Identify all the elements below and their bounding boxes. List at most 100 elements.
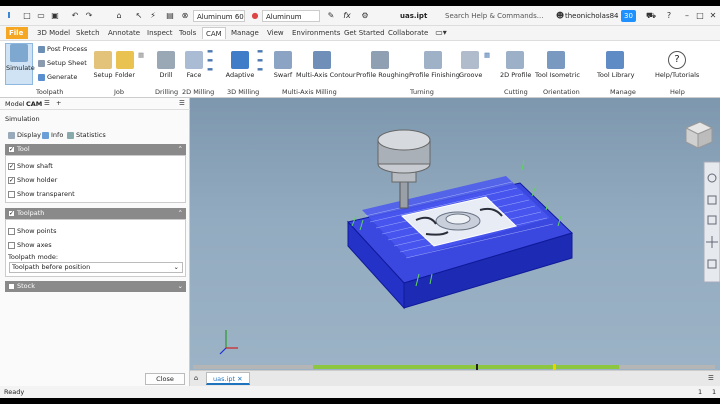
tab-model[interactable]: Model: [5, 100, 25, 108]
profile-finishing-button[interactable]: Profile Finishing: [409, 51, 460, 79]
simulate-button[interactable]: Simulate: [5, 43, 35, 85]
show-axes-checkbox[interactable]: [8, 241, 15, 249]
panel-multi-axis-label[interactable]: Multi-Axis Milling: [282, 88, 337, 96]
panel-turning-label[interactable]: Turning: [410, 88, 434, 96]
setup-sheet-button[interactable]: Setup Sheet: [38, 59, 87, 67]
milling-3d-extra-icons[interactable]: ▬ ▬ ▬: [257, 47, 263, 74]
collapse-toolpath-icon[interactable]: ⌃: [178, 208, 186, 219]
drill-button[interactable]: Drill: [155, 51, 177, 79]
adaptive-button[interactable]: Adaptive: [225, 51, 255, 79]
face-button[interactable]: Face: [183, 51, 205, 79]
subtab-display[interactable]: Display: [8, 131, 41, 139]
tab-inspect[interactable]: Inspect: [144, 27, 176, 39]
tool-section-header[interactable]: ✓ Tool ⌃: [5, 144, 186, 155]
show-transparent-checkbox[interactable]: [8, 190, 15, 198]
ribbon-options-icon[interactable]: ▭▾: [434, 27, 448, 39]
toolpath-section-checkbox[interactable]: ✓: [8, 209, 15, 217]
graphics-viewport[interactable]: [190, 98, 720, 370]
model-canvas[interactable]: [190, 98, 720, 370]
update-icon[interactable]: ⚡: [148, 10, 158, 22]
panel-menu-icon[interactable]: ☰: [179, 99, 185, 107]
adjust-icon[interactable]: ✎: [326, 10, 336, 22]
groove-button[interactable]: Groove: [459, 51, 482, 79]
collapse-tool-icon[interactable]: ⌃: [178, 144, 186, 155]
close-button[interactable]: Close: [145, 373, 185, 385]
tab-annotate[interactable]: Annotate: [105, 27, 143, 39]
show-shaft-option[interactable]: ✓ Show shaft: [8, 162, 53, 170]
stock-section-checkbox[interactable]: [8, 282, 15, 290]
app-logo-icon[interactable]: I: [4, 10, 14, 22]
panel-orientation-label[interactable]: Orientation: [543, 88, 580, 96]
trial-badge[interactable]: 30: [621, 10, 636, 22]
material-dropdown[interactable]: Aluminum 60: [193, 10, 245, 22]
tab-collaborate[interactable]: Collaborate: [385, 27, 431, 39]
tab-file[interactable]: File: [6, 27, 28, 39]
user-name[interactable]: theonicholas84: [565, 10, 619, 22]
fx-parameters-icon[interactable]: fx: [342, 10, 352, 22]
stock-section-header[interactable]: Stock ⌄: [5, 281, 186, 292]
show-holder-option[interactable]: ✓ Show holder: [8, 176, 57, 184]
turning-extra-icon[interactable]: ▦: [484, 51, 490, 59]
panel-2d-milling-label[interactable]: 2D Milling: [182, 88, 214, 96]
panel-3d-milling-label[interactable]: 3D Milling: [227, 88, 259, 96]
minimize-icon[interactable]: –: [682, 10, 692, 22]
view-cube[interactable]: [684, 121, 714, 149]
subtab-statistics[interactable]: Statistics: [67, 131, 106, 139]
post-process-button[interactable]: Post Process: [38, 45, 87, 53]
show-transparent-option[interactable]: Show transparent: [8, 190, 75, 198]
tab-manage[interactable]: Manage: [228, 27, 262, 39]
clear-appearance-icon[interactable]: ⊗: [180, 10, 190, 22]
2d-profile-button[interactable]: 2D Profile: [500, 51, 531, 79]
setup-button[interactable]: Setup: [92, 51, 114, 79]
tool-isometric-button[interactable]: Tool Isometric: [535, 51, 580, 79]
job-extra-icon[interactable]: ▦: [138, 51, 144, 59]
maximize-icon[interactable]: □: [695, 10, 705, 22]
ilogic-icon[interactable]: ⚙: [360, 10, 370, 22]
appearance-dropdown[interactable]: Aluminum: [262, 10, 320, 22]
document-tab[interactable]: uas.ipt ✕: [206, 372, 250, 385]
folder-button[interactable]: Folder: [114, 51, 136, 79]
multi-axis-contour-button[interactable]: Multi-Axis Contour: [296, 51, 356, 79]
tab-3d-model[interactable]: 3D Model: [34, 27, 73, 39]
new-file-icon[interactable]: □: [22, 10, 32, 22]
save-icon[interactable]: ▣: [50, 10, 60, 22]
undo-icon[interactable]: ↶: [70, 10, 80, 22]
show-holder-checkbox[interactable]: ✓: [8, 176, 15, 184]
show-points-option[interactable]: Show points: [8, 227, 57, 235]
milling-2d-extra-icons[interactable]: ▬ ▬ ▬: [207, 47, 213, 74]
help-search[interactable]: Search Help & Commands...: [445, 10, 543, 22]
show-axes-option[interactable]: Show axes: [8, 241, 52, 249]
home-icon[interactable]: ⌂: [114, 10, 124, 22]
tab-cam-browser[interactable]: CAM: [26, 100, 42, 108]
navigation-bar[interactable]: [703, 161, 720, 283]
open-folder-icon[interactable]: ▭: [36, 10, 46, 22]
tab-close-icon[interactable]: ✕: [237, 375, 242, 383]
show-points-checkbox[interactable]: [8, 227, 15, 235]
tab-get-started[interactable]: Get Started: [341, 27, 388, 39]
generate-button[interactable]: Generate: [38, 73, 77, 81]
tab-tools[interactable]: Tools: [176, 27, 199, 39]
tab-view[interactable]: View: [264, 27, 287, 39]
close-icon[interactable]: ✕: [708, 10, 718, 22]
expand-stock-icon[interactable]: ⌄: [178, 281, 186, 292]
add-tab-icon[interactable]: +: [56, 99, 61, 107]
help-icon[interactable]: ?: [664, 10, 674, 22]
toolpath-section-header[interactable]: ✓ Toolpath ⌃: [5, 208, 186, 219]
profile-roughing-button[interactable]: Profile Roughing: [356, 51, 409, 79]
subtab-info[interactable]: Info: [42, 131, 63, 139]
tool-section-checkbox[interactable]: ✓: [8, 145, 15, 153]
cart-icon[interactable]: ⛟: [646, 10, 656, 22]
tool-library-button[interactable]: Tool Library: [597, 51, 634, 79]
redo-icon[interactable]: ↷: [84, 10, 94, 22]
tab-list-icon[interactable]: ☰: [708, 374, 714, 382]
help-tutorials-button[interactable]: ? Help/Tutorials: [655, 51, 699, 79]
show-shaft-checkbox[interactable]: ✓: [8, 162, 15, 170]
home-tab-icon[interactable]: ⌂: [194, 374, 198, 382]
swarf-button[interactable]: Swarf: [272, 51, 294, 79]
measure-icon[interactable]: ▤: [165, 10, 175, 22]
tab-sketch[interactable]: Sketch: [73, 27, 103, 39]
toolpath-mode-select[interactable]: Toolpath before position ⌄: [9, 262, 183, 273]
select-icon[interactable]: ↖: [134, 10, 144, 22]
browser-menu-icon[interactable]: ☰: [44, 99, 50, 107]
tab-cam[interactable]: CAM: [202, 27, 226, 39]
